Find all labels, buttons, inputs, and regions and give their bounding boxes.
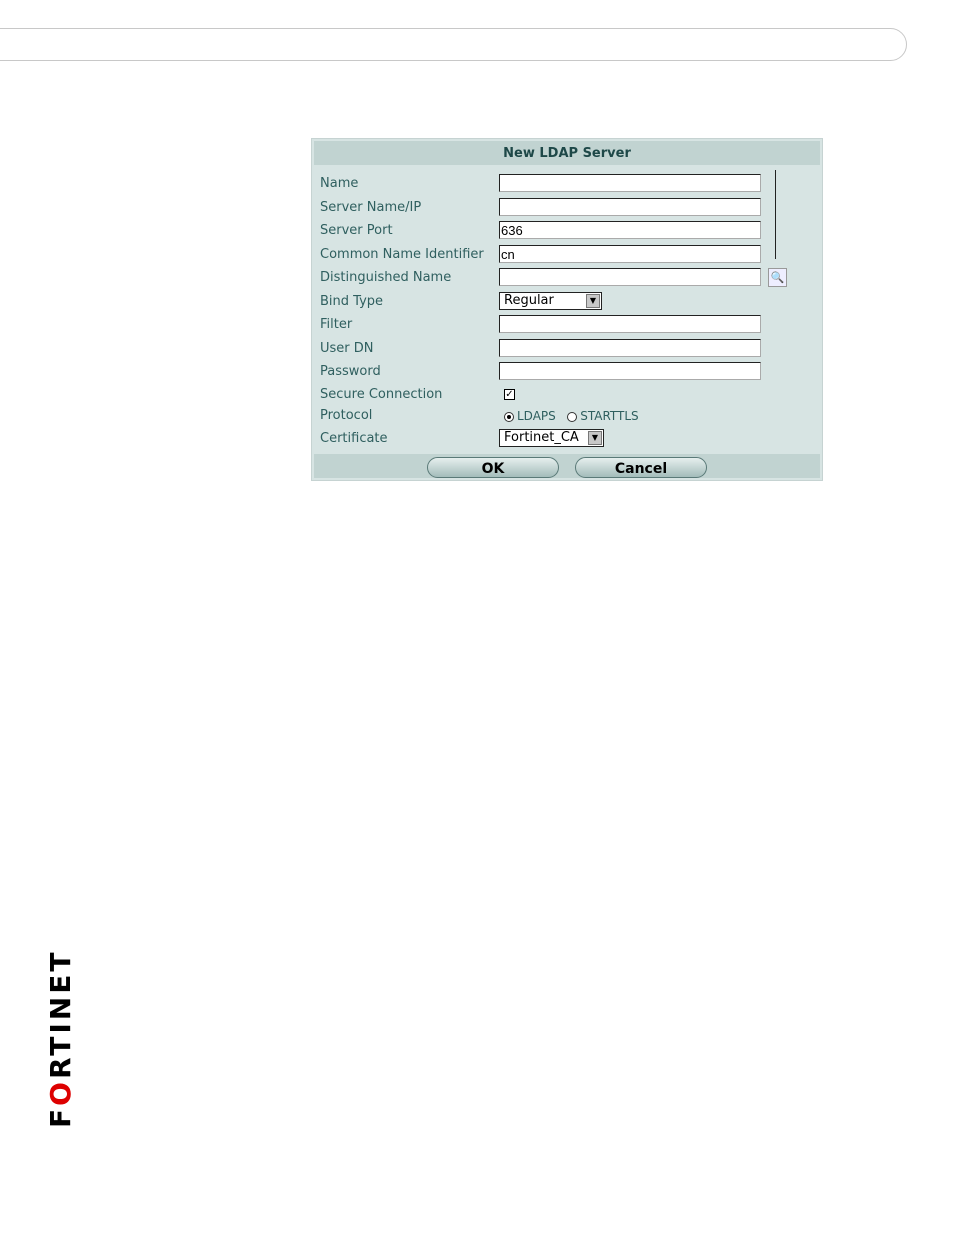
fortinet-logo: FORTINET — [44, 949, 77, 1128]
bind-type-value: Regular — [504, 293, 554, 308]
server-port-label: Server Port — [320, 223, 393, 238]
filter-label: Filter — [320, 317, 353, 332]
chevron-down-icon: ▼ — [586, 294, 600, 308]
secure-connection-label: Secure Connection — [320, 387, 443, 402]
page-header-bar — [0, 28, 907, 61]
dialog-title: New LDAP Server — [314, 141, 820, 165]
user-dn-label: User DN — [320, 341, 374, 356]
server-name-label: Server Name/IP — [320, 200, 422, 215]
dialog-footer: OK Cancel — [314, 454, 820, 478]
password-label: Password — [320, 364, 381, 379]
ldaps-label: LDAPS — [517, 409, 556, 423]
certificate-select[interactable]: Fortinet_CA ▼ — [499, 429, 604, 447]
starttls-label: STARTTLS — [580, 409, 639, 423]
cn-identifier-label: Common Name Identifier — [320, 247, 484, 262]
divider — [775, 170, 776, 259]
certificate-label: Certificate — [320, 431, 388, 446]
browse-dn-button[interactable]: 🔍 — [768, 268, 787, 287]
bind-type-label: Bind Type — [320, 294, 384, 309]
password-input[interactable] — [499, 362, 761, 380]
protocol-radio-group: LDAPS STARTTLS — [504, 406, 639, 426]
new-ldap-server-dialog: New LDAP Server Name Server Name/IP Serv… — [311, 138, 823, 481]
protocol-label: Protocol — [320, 408, 373, 423]
filter-input[interactable] — [499, 315, 761, 333]
magnifier-icon: 🔍 — [770, 271, 785, 284]
user-dn-input[interactable] — [499, 339, 761, 357]
starttls-radio[interactable] — [567, 411, 578, 422]
name-input[interactable] — [499, 174, 761, 192]
server-port-input[interactable] — [499, 221, 761, 239]
chevron-down-icon: ▼ — [588, 431, 602, 445]
ldaps-radio[interactable] — [504, 411, 514, 422]
cn-identifier-input[interactable] — [499, 245, 761, 263]
bind-type-select[interactable]: Regular ▼ — [499, 292, 602, 310]
secure-connection-checkbox[interactable]: ✓ — [504, 389, 515, 400]
name-label: Name — [320, 176, 359, 191]
cancel-button[interactable]: Cancel — [575, 457, 707, 478]
server-name-input[interactable] — [499, 198, 761, 216]
distinguished-name-label: Distinguished Name — [320, 270, 452, 285]
distinguished-name-input[interactable] — [499, 268, 761, 286]
ok-button[interactable]: OK — [427, 457, 559, 478]
certificate-value: Fortinet_CA — [504, 430, 579, 445]
